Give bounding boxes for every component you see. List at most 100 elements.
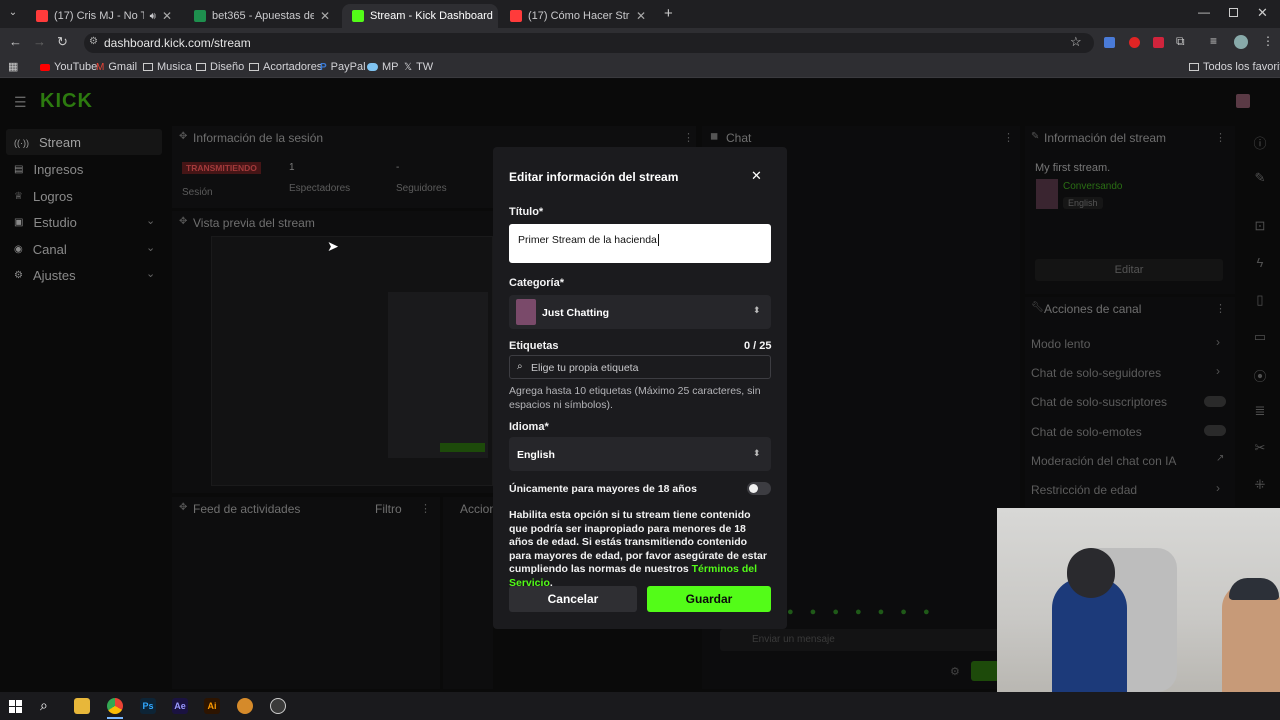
media-control-icon[interactable]: ≡ xyxy=(1210,34,1217,48)
tab-search-button[interactable]: ⌄ xyxy=(6,7,20,21)
sidebar-item-estudio[interactable]: ▣ Estudio xyxy=(14,215,77,230)
chevron-down-icon[interactable]: ⌄ xyxy=(146,214,155,227)
browser-tab-tutorial[interactable]: (17) Cómo Hacer Streams en Ki ✕ xyxy=(500,4,656,28)
all-bookmarks-folder[interactable]: Todos los favoritos xyxy=(1189,61,1280,73)
cancel-button[interactable]: Cancelar xyxy=(509,586,637,612)
app-icon[interactable] xyxy=(237,698,253,714)
illustrator-icon[interactable]: Ai xyxy=(204,698,220,714)
user-avatar[interactable] xyxy=(1236,94,1250,108)
action-age-restriction[interactable]: Restricción de edad xyxy=(1031,483,1137,497)
record-extension-icon[interactable] xyxy=(1153,37,1164,48)
emote-icon[interactable]: ● xyxy=(878,606,885,620)
tools-icon[interactable]: ✂ xyxy=(1240,440,1280,468)
emote-icon[interactable]: ● xyxy=(900,606,907,620)
broadcast-icon[interactable]: ⦿ xyxy=(1240,366,1280,394)
after-effects-icon[interactable]: Ae xyxy=(172,698,188,714)
apps-grid-icon[interactable]: ▦ xyxy=(8,60,18,73)
obs-icon[interactable] xyxy=(270,698,286,714)
red-extension-icon[interactable] xyxy=(1129,37,1140,48)
address-bar[interactable]: dashboard.kick.com/stream xyxy=(84,33,1094,53)
close-tab-icon[interactable]: ✕ xyxy=(162,9,172,23)
chevron-right-icon[interactable]: › xyxy=(1216,335,1220,349)
more-options-icon[interactable]: ⋮ xyxy=(420,502,431,515)
photoshop-icon[interactable]: Ps xyxy=(140,698,156,714)
chevron-down-icon[interactable]: ⌄ xyxy=(146,267,155,280)
minimize-window-icon[interactable]: — xyxy=(1198,5,1210,19)
bookmark-folder-diseno[interactable]: Diseño xyxy=(196,61,244,73)
browser-menu-icon[interactable]: ⋮ xyxy=(1262,34,1274,48)
windows-start-icon[interactable] xyxy=(9,700,22,713)
bookmark-star-icon[interactable]: ☆ xyxy=(1070,34,1082,50)
sidebar-item-stream[interactable]: ((·)) Stream xyxy=(14,135,81,150)
bookmark-gmail[interactable]: M Gmail xyxy=(96,61,137,73)
browser-tab-bet365[interactable]: bet365 - Apuestas deportivas e ✕ xyxy=(184,4,340,28)
search-icon[interactable]: ⌕ xyxy=(40,697,48,714)
action-ai-moderation[interactable]: Moderación del chat con IA xyxy=(1031,454,1176,468)
chevron-right-icon[interactable]: › xyxy=(1216,481,1220,495)
extensions-icon[interactable]: ⧉ xyxy=(1176,34,1185,49)
feed-filter-button[interactable]: Filtro xyxy=(375,502,402,516)
emotes-only-toggle[interactable] xyxy=(1204,425,1226,436)
action-subscribers-only[interactable]: Chat de solo-suscriptores xyxy=(1031,395,1167,409)
chat-input[interactable]: Enviar un mensaje xyxy=(720,629,1000,651)
emote-icon[interactable]: ● xyxy=(810,606,817,620)
more-options-icon[interactable]: ⋮ xyxy=(683,131,694,144)
target-icon[interactable]: ⊡ xyxy=(1240,218,1280,246)
edit-stream-button[interactable]: Editar xyxy=(1035,259,1223,281)
more-options-icon[interactable]: ⋮ xyxy=(1215,131,1226,144)
action-followers-only[interactable]: Chat de solo-seguidores xyxy=(1031,366,1161,380)
translate-extension-icon[interactable] xyxy=(1104,37,1115,48)
forward-icon[interactable]: → xyxy=(33,34,46,49)
sidebar-item-canal[interactable]: ◉ Canal xyxy=(14,242,67,257)
bookmark-paypal[interactable]: P PayPal xyxy=(320,61,366,73)
close-tab-icon[interactable]: ✕ xyxy=(636,9,646,23)
kick-logo[interactable]: KICK xyxy=(40,90,93,113)
chrome-icon[interactable] xyxy=(107,698,123,714)
browser-tab-youtube[interactable]: (17) Cris MJ - No Te Vayas ( 🔊︎ ✕ xyxy=(26,4,182,28)
document-icon[interactable]: ▯ xyxy=(1240,292,1280,320)
profile-avatar[interactable] xyxy=(1234,35,1248,49)
close-icon[interactable]: ✕ xyxy=(751,168,762,184)
action-slow-mode[interactable]: Modo lento xyxy=(1031,337,1090,351)
hamburger-menu-icon[interactable]: ☰ xyxy=(14,94,27,111)
chat-settings-icon[interactable]: ⚙ xyxy=(950,665,960,678)
sidebar-item-ingresos[interactable]: ▤ Ingresos xyxy=(14,162,83,177)
grid-add-icon[interactable]: ⁜ xyxy=(1240,477,1280,505)
subscribers-only-toggle[interactable] xyxy=(1204,396,1226,407)
drag-handle-icon[interactable]: ✥ xyxy=(179,216,187,227)
info-icon[interactable]: ⓘ xyxy=(1240,133,1280,161)
bookmark-folder-musica[interactable]: Musica xyxy=(143,61,192,73)
browser-tab-kick[interactable]: Stream - Kick Dashboard ✕ xyxy=(342,4,498,28)
back-icon[interactable]: ← xyxy=(9,34,22,49)
emote-icon[interactable]: ● xyxy=(832,606,839,620)
bookmark-youtube[interactable]: YouTube xyxy=(40,61,97,73)
emote-icon[interactable]: ● xyxy=(855,606,862,620)
action-emotes-only[interactable]: Chat de solo-emotes xyxy=(1031,425,1142,439)
site-info-icon[interactable]: ⚙ xyxy=(89,36,98,47)
stack-icon[interactable]: ≣ xyxy=(1240,403,1280,431)
edit-icon[interactable]: ✎ xyxy=(1240,170,1280,198)
bookmark-folder-acortadores[interactable]: Acortadores xyxy=(249,61,322,73)
chat-send-button[interactable] xyxy=(971,661,999,681)
sidebar-item-logros[interactable]: ♕ Logros xyxy=(14,189,73,204)
drag-handle-icon[interactable]: ✥ xyxy=(179,502,187,513)
chat-bubble-icon[interactable]: ▭ xyxy=(1240,329,1280,357)
save-button[interactable]: Guardar xyxy=(647,586,771,612)
adult-content-toggle[interactable] xyxy=(747,482,771,495)
bolt-icon[interactable]: ϟ xyxy=(1240,255,1280,283)
chevron-down-icon[interactable]: ⌄ xyxy=(146,241,155,254)
title-input[interactable]: Primer Stream de la hacienda xyxy=(509,224,771,263)
external-link-icon[interactable]: ↗ xyxy=(1216,453,1224,464)
bookmark-mp[interactable]: MP xyxy=(367,61,399,73)
reload-icon[interactable]: ↻ xyxy=(57,34,68,50)
close-tab-icon[interactable]: ✕ xyxy=(320,9,330,23)
emote-icon[interactable]: ● xyxy=(787,606,794,620)
restore-window-icon[interactable] xyxy=(1229,8,1238,17)
more-options-icon[interactable]: ⋮ xyxy=(1003,131,1014,144)
bookmark-tw[interactable]: 𝕏 TW xyxy=(404,61,433,73)
close-window-icon[interactable]: ✕ xyxy=(1257,5,1268,21)
sidebar-item-ajustes[interactable]: ⚙ Ajustes xyxy=(14,268,76,283)
file-explorer-icon[interactable] xyxy=(74,698,90,714)
chevron-right-icon[interactable]: › xyxy=(1216,364,1220,378)
emote-icon[interactable]: ● xyxy=(923,606,930,620)
